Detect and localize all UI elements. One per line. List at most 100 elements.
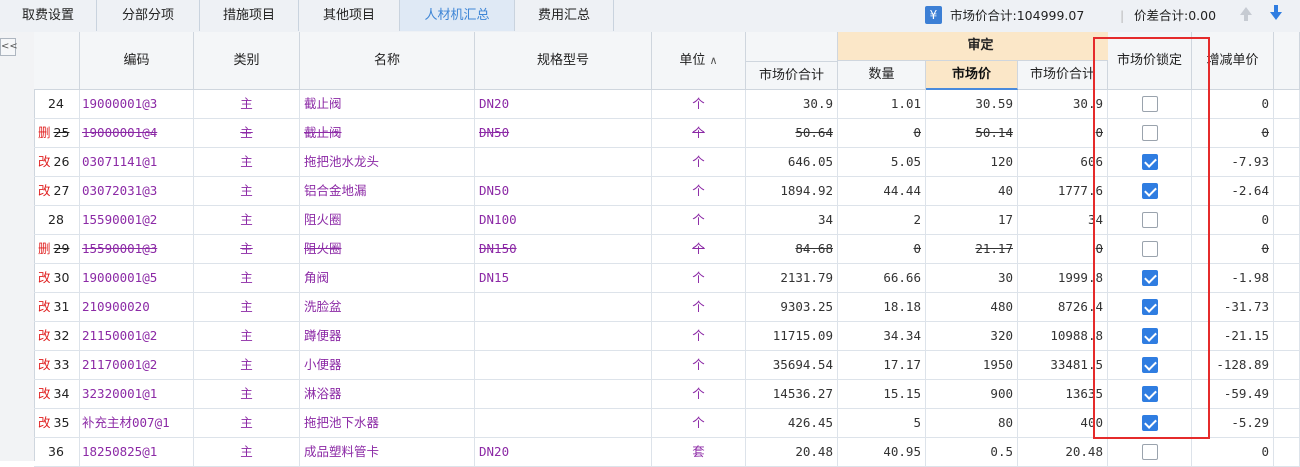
qty-cell: 66.66 — [838, 264, 926, 293]
price-cell: 900 — [926, 380, 1018, 409]
name-cell: 铝合金地漏 — [300, 177, 475, 206]
row-number: 28 — [48, 212, 64, 227]
price-cell: 1950 — [926, 351, 1018, 380]
spec-cell — [475, 409, 652, 438]
arrow-up-icon[interactable] — [1240, 7, 1252, 21]
market-total-cell: 20.48 — [746, 438, 838, 467]
header-market-total[interactable]: 市场价合计 — [746, 32, 838, 90]
extra-cell — [1274, 90, 1300, 119]
row-index-cell: 28 — [34, 206, 80, 235]
row-number: 27 — [53, 183, 70, 198]
code-cell: 补充主材007@1 — [80, 409, 194, 438]
sort-asc-icon: ∧ — [709, 54, 718, 67]
header-unit[interactable]: 单位 ∧ — [652, 32, 746, 90]
name-cell: 蹲便器 — [300, 322, 475, 351]
unit-cell: 个 — [652, 409, 746, 438]
tab-labor-material-summary[interactable]: 人材机汇总 — [400, 0, 515, 31]
type-cell: 主 — [194, 148, 300, 177]
row-index-cell: 改 33 — [34, 351, 80, 380]
code-cell: 21170001@2 — [80, 351, 194, 380]
row-index-cell: 改 26 — [34, 148, 80, 177]
market-total-cell: 14536.27 — [746, 380, 838, 409]
price-cell: 0.5 — [926, 438, 1018, 467]
row-index-cell: 改 32 — [34, 322, 80, 351]
qty-cell: 0 — [838, 119, 926, 148]
tab-cost-summary[interactable]: 费用汇总 — [515, 0, 614, 31]
row-status-mark: 改 — [38, 154, 51, 169]
row-index-cell: 删 25 — [34, 119, 80, 148]
name-cell: 截止阀 — [300, 90, 475, 119]
header-spec[interactable]: 规格型号 — [475, 32, 652, 90]
header-type[interactable]: 类别 — [194, 32, 300, 90]
type-cell: 主 — [194, 264, 300, 293]
type-cell: 主 — [194, 235, 300, 264]
type-cell: 主 — [194, 322, 300, 351]
qty-cell: 17.17 — [838, 351, 926, 380]
collapse-left-icon[interactable]: << — [0, 38, 18, 56]
extra-cell — [1274, 177, 1300, 206]
code-cell: 19000001@5 — [80, 264, 194, 293]
unit-cell: 个 — [652, 380, 746, 409]
name-cell: 截止阀 — [300, 119, 475, 148]
name-cell: 拖把池水龙头 — [300, 148, 475, 177]
header-code[interactable]: 编码 — [80, 32, 194, 90]
spec-cell — [475, 322, 652, 351]
row-number: 25 — [53, 125, 70, 140]
price-lock-checkbox[interactable] — [1141, 444, 1158, 460]
header-unit-label: 单位 — [679, 53, 706, 68]
row-number: 35 — [53, 415, 70, 430]
code-cell: 210900020 — [80, 293, 194, 322]
price-cell: 480 — [926, 293, 1018, 322]
spec-cell: DN20 — [475, 90, 652, 119]
tab-measure-items[interactable]: 措施项目 — [200, 0, 299, 31]
code-cell: 15590001@3 — [80, 235, 194, 264]
header-quantity[interactable]: 数量 — [838, 61, 926, 90]
market-total-cell: 2131.79 — [746, 264, 838, 293]
market-total-cell: 35694.54 — [746, 351, 838, 380]
header-market-price[interactable]: 市场价 — [926, 61, 1018, 90]
qty-cell: 44.44 — [838, 177, 926, 206]
price-cell: 50.14 — [926, 119, 1018, 148]
unit-cell: 个 — [652, 322, 746, 351]
code-cell: 15590001@2 — [80, 206, 194, 235]
market-total-cell: 426.45 — [746, 409, 838, 438]
type-cell: 主 — [194, 119, 300, 148]
row-index-cell: 改 31 — [34, 293, 80, 322]
header-group-approved: 审定 — [838, 32, 1124, 61]
name-cell: 小便器 — [300, 351, 475, 380]
extra-cell — [1274, 235, 1300, 264]
tab-divisional-items[interactable]: 分部分项 — [97, 0, 200, 31]
type-cell: 主 — [194, 177, 300, 206]
market-total-cell: 34 — [746, 206, 838, 235]
table-row[interactable]: 36 18250825@1 主成品塑料管卡 DN20 套 20.48 40.95 0.5 20.… — [34, 438, 1300, 467]
qty-cell: 5.05 — [838, 148, 926, 177]
group-total-cell: 20.48 — [1018, 438, 1108, 467]
separator: | — [1120, 8, 1125, 23]
code-cell: 19000001@4 — [80, 119, 194, 148]
market-total-cell: 11715.09 — [746, 322, 838, 351]
spec-cell: DN50 — [475, 119, 652, 148]
extra-cell — [1274, 264, 1300, 293]
name-cell: 成品塑料管卡 — [300, 438, 475, 467]
name-cell: 淋浴器 — [300, 380, 475, 409]
unit-cell: 个 — [652, 119, 746, 148]
extra-cell — [1274, 119, 1300, 148]
row-status-mark: 改 — [38, 328, 51, 343]
unit-cell: 套 — [652, 438, 746, 467]
code-cell: 18250825@1 — [80, 438, 194, 467]
spec-cell: DN15 — [475, 264, 652, 293]
spec-cell — [475, 148, 652, 177]
row-index-cell: 改 27 — [34, 177, 80, 206]
unit-cell: 个 — [652, 90, 746, 119]
code-cell: 03072031@3 — [80, 177, 194, 206]
tab-fee-settings[interactable]: 取费设置 — [0, 0, 97, 31]
spec-cell — [475, 380, 652, 409]
spec-cell: DN150 — [475, 235, 652, 264]
spec-cell — [475, 293, 652, 322]
unit-cell: 个 — [652, 293, 746, 322]
price-lock-cell[interactable] — [1108, 438, 1192, 467]
header-name[interactable]: 名称 — [300, 32, 475, 90]
price-cell: 17 — [926, 206, 1018, 235]
tab-other-items[interactable]: 其他项目 — [299, 0, 400, 31]
arrow-down-icon[interactable] — [1270, 5, 1282, 20]
